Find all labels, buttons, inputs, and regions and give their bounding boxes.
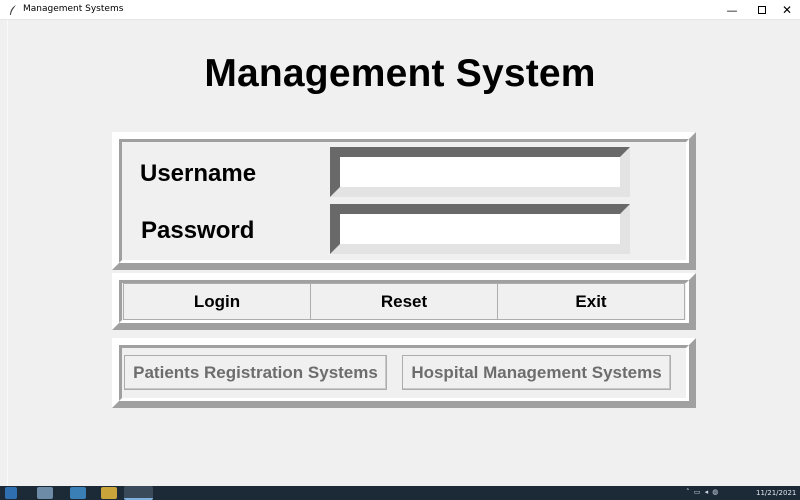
login-button[interactable]: Login [123, 283, 311, 320]
password-label: Password [141, 217, 255, 244]
minimize-icon: — [726, 3, 738, 17]
window-title: Management Systems [23, 4, 124, 14]
patients-registration-button[interactable]: Patients Registration Systems [124, 355, 387, 390]
hospital-management-button[interactable]: Hospital Management Systems [402, 355, 671, 390]
feather-icon [8, 4, 18, 16]
taskbar-app-icon[interactable] [101, 487, 117, 499]
username-field-container [330, 147, 630, 197]
taskbar-date[interactable]: 11/21/2021 [756, 489, 796, 497]
reset-button[interactable]: Reset [310, 283, 498, 320]
start-icon[interactable] [5, 487, 17, 499]
window-titlebar: Management Systems — ✕ [0, 0, 800, 20]
taskbar-app-icon[interactable] [70, 487, 86, 499]
close-icon: ✕ [781, 3, 793, 17]
page-title: Management System [204, 52, 596, 95]
minimize-button[interactable]: — [717, 0, 747, 20]
login-frame-spacer [630, 143, 686, 260]
username-label: Username [140, 160, 257, 187]
password-field-container [330, 204, 630, 254]
maximize-icon [758, 6, 766, 14]
close-button[interactable]: ✕ [772, 0, 800, 20]
exit-button[interactable]: Exit [497, 283, 685, 320]
taskbar: ˄ ▭ ◂ ◍ 11/21/2021 [0, 486, 800, 500]
taskbar-active-app-icon[interactable] [124, 486, 153, 500]
system-tray-icons[interactable]: ˄ ▭ ◂ ◍ [686, 488, 719, 496]
username-field[interactable] [340, 157, 620, 187]
taskbar-app-icon[interactable] [37, 487, 53, 499]
password-field[interactable] [340, 214, 620, 244]
